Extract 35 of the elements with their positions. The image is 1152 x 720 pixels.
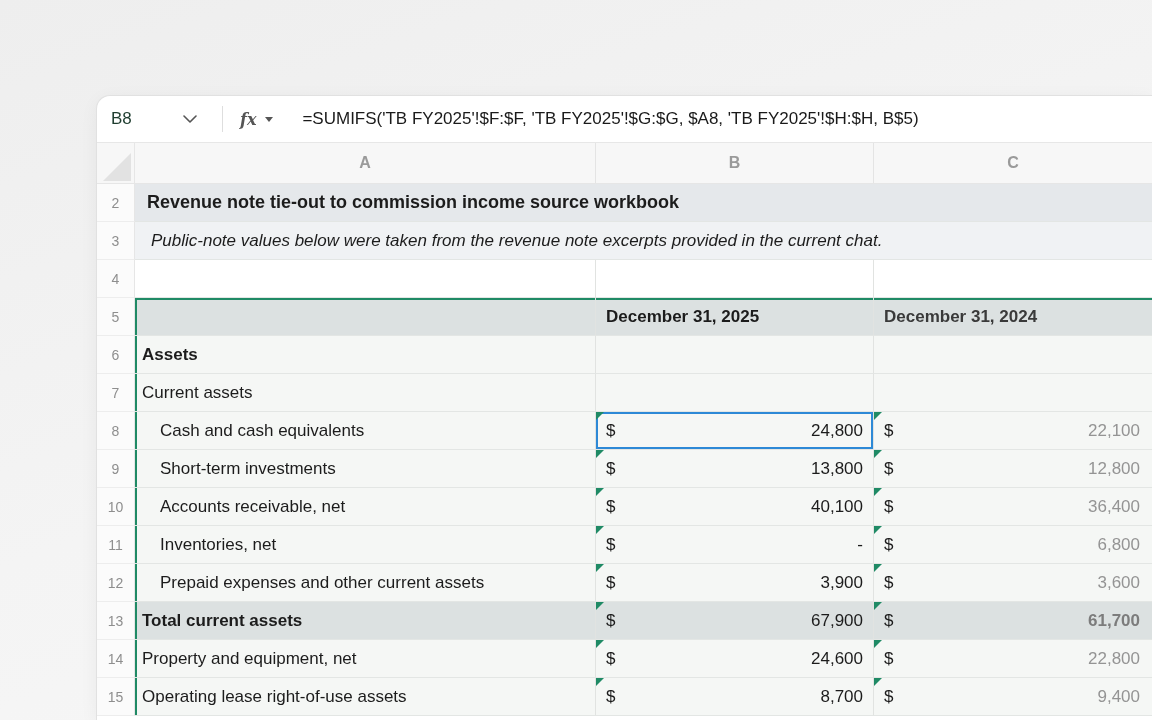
label-cell[interactable]: Inventories, net [135,526,596,564]
label-cell[interactable]: Accounts receivable, net [135,488,596,526]
formula-field[interactable]: =SUMIFS('TB FY2025'!$F:$F, 'TB FY2025'!$G:$G, $A8, 'TB FY2025'!$H:$H, B$5) [302,109,919,129]
amount-cell[interactable]: $ - [596,526,874,564]
label-cell[interactable]: Prepaid expenses and other current assets [135,564,596,602]
label-cell[interactable]: Current assets [135,374,596,412]
amount-cell[interactable]: $ 40,100 [596,488,874,526]
amount-cell[interactable]: $ 13,800 [596,450,874,488]
label-cell[interactable]: Short-term investments [135,450,596,488]
amount-cell[interactable]: $ 3,600 [874,564,1152,602]
sheet-title[interactable]: Revenue note tie-out to commission income source workbook [135,184,1152,222]
amount-cell[interactable]: $ 6,800 [874,526,1152,564]
amount-cell[interactable]: $ 61,700 [874,602,1152,640]
column-heading[interactable]: December 31, 2025 [596,298,874,336]
amount-cell[interactable]: $ 24,800 [596,412,874,450]
label-cell[interactable]: Total current assets [135,602,596,640]
label-cell[interactable]: Operating lease right-of-use assets [135,678,596,716]
label-cell[interactable]: Cash and cash equivalents [135,412,596,450]
cell-reference-field[interactable]: B8 [111,109,171,129]
amount-cell[interactable]: $ 22,800 [874,640,1152,678]
amount-cell[interactable]: $ 67,900 [596,602,874,640]
amount-cell[interactable]: $ 24,600 [596,640,874,678]
chevron-down-icon[interactable] [183,115,197,123]
amount-cell[interactable]: $ 8,700 [596,678,874,716]
amount-cell[interactable]: $ 22,100 [874,412,1152,450]
note-text[interactable]: Public-note values below were taken from the revenue note excerpts provided in the current chat. [135,222,1152,260]
caret-icon [265,116,274,122]
column-heading[interactable]: December 31, 2024 [874,298,1152,336]
amount-cell[interactable]: $ 3,900 [596,564,874,602]
amount-cell[interactable]: $ 36,400 [874,488,1152,526]
label-cell[interactable]: Property and equipment, net [135,640,596,678]
label-cell[interactable]: Assets [135,336,596,374]
amount-cell[interactable]: $ 12,800 [874,450,1152,488]
amount-cell[interactable]: $ 9,400 [874,678,1152,716]
insert-function-button[interactable]: fx [240,109,274,129]
